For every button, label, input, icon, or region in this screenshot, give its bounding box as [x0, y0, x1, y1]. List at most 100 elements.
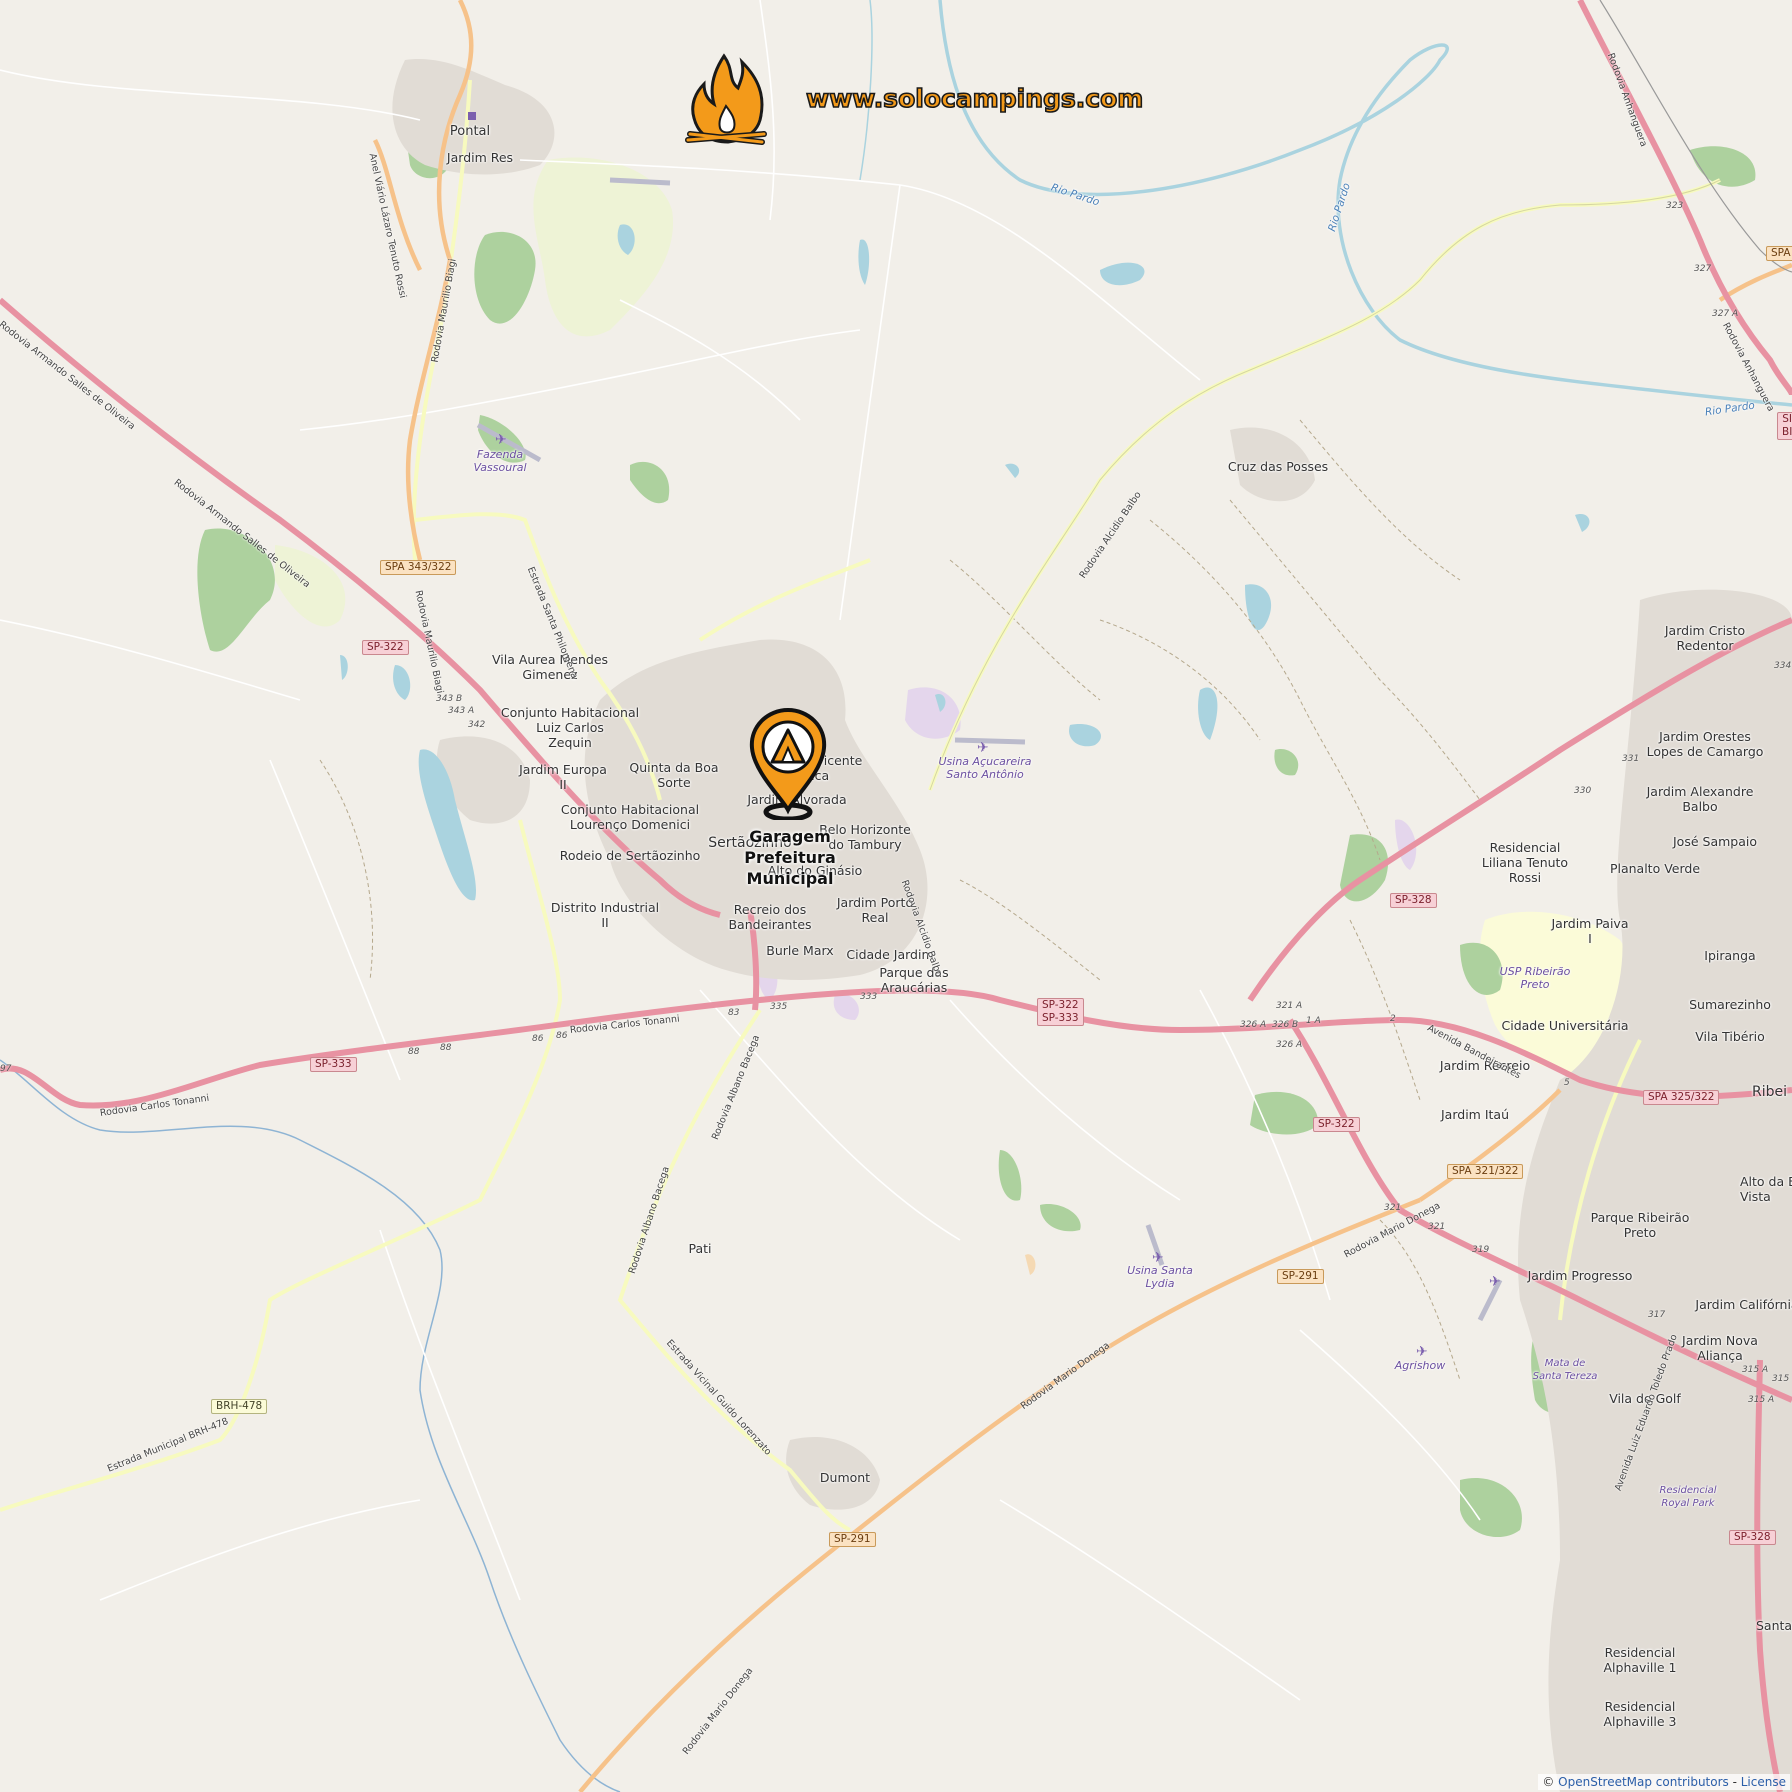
- road-ref: 326 A: [1276, 1040, 1303, 1050]
- road-ref: 315 A: [1742, 1365, 1769, 1375]
- road-ref: 321: [1384, 1203, 1402, 1213]
- map-attribution: © OpenStreetMap contributors - License: [1538, 1774, 1790, 1790]
- road-shield: SPA 321/322: [1447, 1164, 1524, 1179]
- place-label: Residencial Alphaville 3: [1603, 1699, 1677, 1729]
- road-shield: SI BI: [1777, 412, 1792, 440]
- road-ref: 86: [532, 1034, 544, 1044]
- road-ref: 86: [556, 1031, 568, 1041]
- place-label: Sumarezinho: [1689, 997, 1771, 1012]
- road-shield: SPA 343/322: [380, 560, 457, 575]
- place-label: Jardim Res: [446, 150, 514, 165]
- place-label: Burle Marx: [766, 943, 834, 958]
- place-label: Parque das Araucárias: [879, 965, 949, 995]
- water-layer: [340, 224, 1590, 901]
- road-shield: BRH-478: [211, 1399, 268, 1414]
- place-label: Alto da Bo Vista: [1740, 1174, 1792, 1204]
- road-ref: 315: [1772, 1374, 1790, 1384]
- road-ref: 335: [770, 1002, 788, 1012]
- road-shield: SP-328: [1390, 893, 1437, 908]
- place-label: Jardim Europa II: [519, 762, 607, 792]
- place-label: Ribei: [1752, 1084, 1788, 1100]
- road-ref: 321: [1428, 1222, 1446, 1232]
- place-label: Jardim Cristo Redentor: [1664, 623, 1746, 653]
- map-canvas[interactable]: ✈ ✈ ✈ ✈ ✈ www.solocampings.com Pontal Ja…: [0, 0, 1792, 1792]
- poi-dot: [468, 112, 476, 120]
- road-ref: 327: [1694, 264, 1712, 274]
- website-url[interactable]: www.solocampings.com: [805, 83, 1144, 114]
- road-ref: 2: [1390, 1014, 1396, 1024]
- road-shield: SPA 325/322: [1643, 1090, 1720, 1105]
- road-ref: 326 B: [1272, 1020, 1299, 1030]
- place-label: Jardim Orestes Lopes de Camargo: [1646, 729, 1764, 759]
- brand-banner[interactable]: www.solocampings.com: [676, 48, 1144, 158]
- airport-icon: ✈: [495, 432, 507, 448]
- road-ref: 321 A: [1276, 1001, 1303, 1011]
- place-label: Rodeio de Sertãozinho: [559, 848, 701, 863]
- road-ref: 315 A: [1748, 1395, 1775, 1405]
- place-label: Jardim Itaú: [1441, 1107, 1509, 1122]
- poi-label: Fazenda Vassoural: [473, 448, 527, 474]
- place-label: Residencial Alphaville 1: [1603, 1645, 1677, 1675]
- place-label: Distrito Industrial II: [550, 900, 660, 930]
- place-label: Santa: [1756, 1618, 1792, 1633]
- road-shield: SP-328: [1729, 1530, 1776, 1545]
- road-ref: 343 A: [448, 706, 475, 716]
- place-label: Jardim Nova Aliança: [1682, 1333, 1758, 1363]
- road-ref: 5: [1564, 1078, 1570, 1088]
- attribution-separator: -: [1728, 1775, 1741, 1789]
- airport-icon: ✈: [1489, 1274, 1501, 1290]
- copyright-symbol: ©: [1542, 1775, 1555, 1789]
- place-label: Vila Aurea Mendes Gimenez: [491, 652, 609, 682]
- poi-label: Usina Açucareira Santo Antônio: [938, 755, 1032, 781]
- road-ref: 342: [468, 720, 486, 730]
- place-label: Cidade Universitária: [1501, 1018, 1629, 1033]
- road-ref: 83: [728, 1008, 740, 1018]
- campfire-icon: [685, 53, 767, 145]
- osm-attribution-link[interactable]: OpenStreetMap contributors: [1558, 1775, 1729, 1789]
- place-label: Conjunto Habitacional Lourenço Domenici: [560, 802, 700, 832]
- poi-label: USP Ribeirão Preto: [1499, 965, 1571, 991]
- road-ref: 331: [1622, 754, 1640, 764]
- place-label: Pontal: [449, 124, 491, 139]
- road-shield: SP-322: [1313, 1117, 1360, 1132]
- place-label: José Sampaio: [1673, 834, 1757, 849]
- place-label: Jardim Paiva I: [1551, 916, 1629, 946]
- road-ref: 319: [1472, 1245, 1490, 1255]
- place-label: Jardim Progresso: [1527, 1268, 1633, 1283]
- road-shield: SP-291: [1277, 1269, 1324, 1284]
- place-label: Quinta da Boa Sorte: [629, 760, 719, 790]
- place-label: Pati: [688, 1241, 712, 1256]
- license-link[interactable]: License: [1741, 1775, 1786, 1789]
- place-label: Conjunto Habitacional Luiz Carlos Zequin: [500, 705, 640, 750]
- place-label: Recreio dos Bandeirantes: [728, 902, 812, 932]
- place-label: Residencial Liliana Tenuto Rossi: [1481, 840, 1569, 885]
- road-ref: 326 A: [1240, 1020, 1267, 1030]
- campsite-pin-icon[interactable]: [748, 706, 828, 820]
- place-label: Dumont: [819, 1470, 871, 1485]
- poi-label: Usina Santa Lydia: [1127, 1264, 1193, 1290]
- place-label: Parque Ribeirão Preto: [1590, 1210, 1690, 1240]
- road-shield: SP-333: [310, 1057, 357, 1072]
- place-label: Cruz das Posses: [1227, 459, 1329, 474]
- place-label: Ipiranga: [1704, 948, 1756, 963]
- place-label: Vila Tibério: [1695, 1029, 1765, 1044]
- road-ref: 88: [440, 1043, 452, 1053]
- road-shield: SP-322 SP-333: [1037, 998, 1084, 1026]
- road-shield: SPA: [1766, 246, 1792, 261]
- poi-label: Agrishow: [1394, 1359, 1446, 1372]
- place-label: Jardim Califórnia: [1695, 1297, 1792, 1312]
- airport-icon: ✈: [977, 740, 989, 756]
- tertiary-roads-casing: [929, 179, 1721, 791]
- marker-title[interactable]: Garagem Prefeitura Municipal: [718, 826, 862, 889]
- road-ref: 327 A: [1712, 309, 1739, 319]
- road-ref: 97: [0, 1064, 12, 1074]
- road-shield: SP-322: [362, 640, 409, 655]
- road-shield: SP-291: [829, 1532, 876, 1547]
- poi-label: Residencial Royal Park: [1659, 1485, 1717, 1509]
- road-ref: 88: [408, 1047, 420, 1057]
- road-ref: 343 B: [436, 694, 463, 704]
- road-ref: 334: [1774, 661, 1792, 671]
- road-ref: 1 A: [1306, 1016, 1321, 1026]
- place-label: Planalto Verde: [1609, 861, 1701, 876]
- road-ref: 330: [1574, 786, 1592, 796]
